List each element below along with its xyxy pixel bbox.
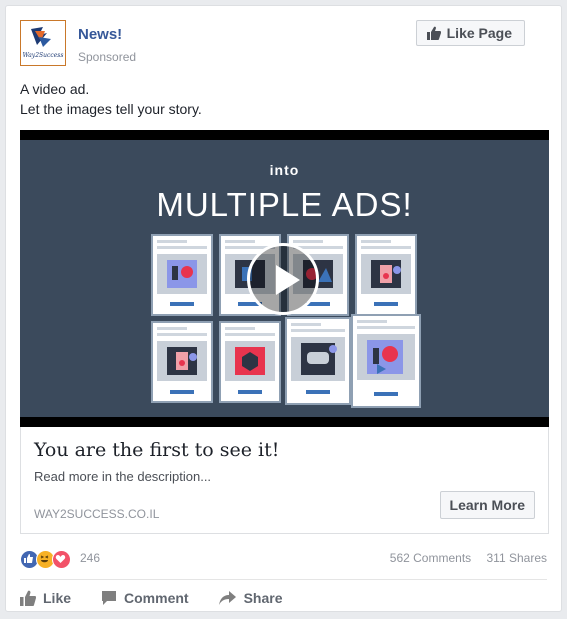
share-button[interactable]: Share <box>218 586 283 610</box>
svg-text:Way2Success: Way2Success <box>23 52 64 59</box>
ad-mockup-icon <box>151 321 213 403</box>
post-actions: Like Comment Share <box>20 586 547 610</box>
post-header: Way2Success News! Sponsored Like Page <box>20 20 547 70</box>
page-logo[interactable]: Way2Success <box>20 20 66 66</box>
comment-icon <box>102 591 117 605</box>
like-page-label: Like Page <box>446 25 512 41</box>
ad-mockup-icon <box>151 234 213 316</box>
reaction-count[interactable]: 246 <box>80 551 100 565</box>
ad-mockup-icon <box>351 314 421 408</box>
actions-divider <box>20 579 547 580</box>
link-preview[interactable]: You are the first to see it! Read more i… <box>20 427 549 534</box>
way2success-logo-icon: Way2Success <box>21 21 65 65</box>
like-label: Like <box>43 590 72 606</box>
sponsored-label[interactable]: Sponsored <box>78 50 136 64</box>
ad-mockup-icon <box>355 234 417 316</box>
page-name-link[interactable]: News! <box>78 26 122 43</box>
share-label: Share <box>243 590 283 606</box>
post-text-line: Let the images tell your story. <box>20 101 202 117</box>
video-frame: into MULTIPLE ADS! <box>20 140 549 417</box>
thumbs-up-icon <box>426 26 441 40</box>
share-icon <box>218 591 236 605</box>
post-stats: 246 562 Comments 311 Shares <box>20 548 547 570</box>
comment-button[interactable]: Comment <box>101 586 189 610</box>
like-page-button[interactable]: Like Page <box>415 20 525 46</box>
ad-mockup-icon <box>285 317 351 405</box>
reactions-summary[interactable] <box>20 550 71 569</box>
link-domain: WAY2SUCCESS.CO.IL <box>34 507 160 521</box>
thumbs-up-icon <box>20 590 36 606</box>
learn-more-button[interactable]: Learn More <box>439 491 535 519</box>
comments-count[interactable]: 562 Comments <box>390 551 471 565</box>
play-icon <box>276 265 300 295</box>
shares-count[interactable]: 311 Shares <box>487 551 548 565</box>
engagement-counts: 562 Comments 311 Shares <box>378 551 547 565</box>
comment-label: Comment <box>124 590 189 606</box>
post-text: A video ad. Let the images tell your sto… <box>20 79 202 119</box>
video-player[interactable]: into MULTIPLE ADS! <box>20 130 549 427</box>
ad-post-card: Way2Success News! Sponsored Like Page A … <box>5 5 562 612</box>
ad-mockup-icon <box>219 321 281 403</box>
link-title[interactable]: You are the first to see it! <box>34 439 279 461</box>
like-button[interactable]: Like <box>20 586 71 610</box>
play-button[interactable] <box>247 243 319 315</box>
post-text-line: A video ad. <box>20 81 90 97</box>
link-description: Read more in the description... <box>34 469 212 484</box>
love-icon <box>52 550 71 569</box>
